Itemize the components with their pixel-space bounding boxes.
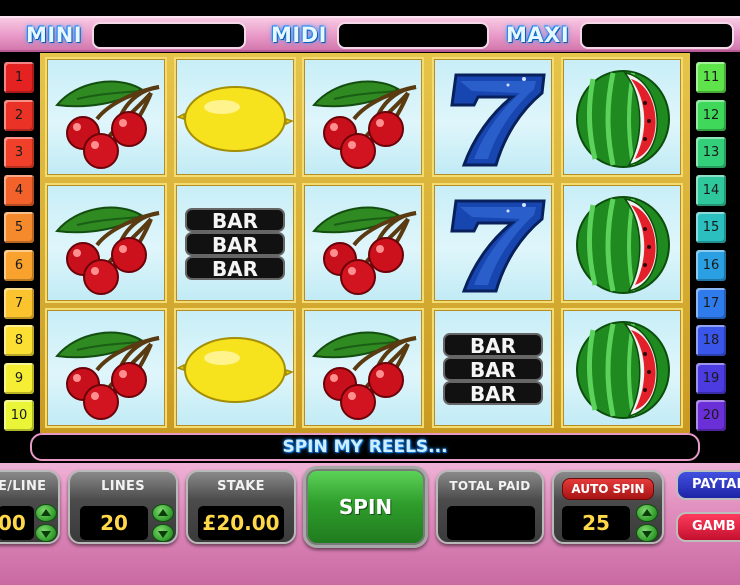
payline-7[interactable]: 7: [4, 287, 34, 319]
payline-13[interactable]: 13: [696, 137, 726, 169]
auto-spin-value: 25: [562, 506, 630, 540]
reel-grid: BAR BAR BAR BAR BAR BAR: [40, 53, 690, 433]
payline-11[interactable]: 11: [696, 62, 726, 93]
reel-5-row-3-watermelon-icon: [561, 308, 683, 428]
lines-label: LINES: [101, 479, 145, 494]
increase-icon[interactable]: [152, 504, 174, 522]
payline-14[interactable]: 14: [696, 174, 726, 206]
bar-icon: BAR BAR BAR: [185, 208, 285, 281]
reel-1-row-3-cherries-icon: [45, 308, 167, 428]
payline-17[interactable]: 17: [696, 287, 726, 319]
bar-text: BAR: [470, 382, 516, 406]
cherries-icon: [55, 206, 160, 295]
bet-per-line-control: E/LINE 00: [0, 470, 60, 544]
reel-4-row-3-bar-icon: BAR BAR BAR: [432, 308, 554, 428]
auto-spin-stepper[interactable]: [636, 504, 658, 542]
payline-10[interactable]: 10: [4, 400, 34, 432]
gamble-button[interactable]: GAMB: [676, 512, 740, 542]
cherries-icon: [55, 80, 160, 169]
watermelon-icon: [576, 70, 670, 168]
bar-text: BAR: [470, 358, 516, 382]
message-bar: SPIN MY REELS...: [30, 433, 700, 461]
lemon-icon: [176, 86, 294, 152]
slot-game: MINI MIDI MAXI 1 2 3 4 5 6 7 8 9 10 11 12 13 14 15 16 1…: [0, 0, 740, 585]
total-paid-value: [447, 506, 535, 540]
decrease-icon[interactable]: [152, 524, 174, 542]
payline-9[interactable]: 9: [4, 362, 34, 394]
bet-per-line-value: 00: [0, 506, 34, 540]
bet-per-line-stepper[interactable]: [35, 504, 57, 542]
decrease-icon[interactable]: [35, 524, 57, 542]
cherries-icon: [312, 331, 417, 420]
cherries-icon: [55, 331, 160, 420]
auto-spin-control: AUTO SPIN 25: [552, 470, 664, 544]
jackpot-mini-label: MINI: [26, 23, 83, 47]
watermelon-icon: [576, 196, 670, 294]
bar-text: BAR: [212, 257, 258, 281]
lines-control: LINES 20: [68, 470, 178, 544]
payline-16[interactable]: 16: [696, 250, 726, 281]
reel-4-row-2-seven-icon: [432, 183, 554, 303]
jackpot-midi-value: [337, 22, 489, 49]
stake-value: £20.00: [198, 506, 284, 540]
stake-label: STAKE: [217, 479, 265, 494]
payline-15[interactable]: 15: [696, 212, 726, 244]
decrease-icon[interactable]: [636, 524, 658, 542]
stake-control: STAKE £20.00: [186, 470, 296, 544]
bar-text: BAR: [212, 209, 258, 233]
payline-8[interactable]: 8: [4, 325, 34, 357]
bar-icon: BAR BAR BAR: [443, 333, 543, 406]
cherries-icon: [312, 206, 417, 295]
total-paid-label: TOTAL PAID: [449, 479, 531, 493]
total-paid-control: TOTAL PAID: [436, 470, 544, 544]
reel-5-row-1-watermelon-icon: [561, 57, 683, 177]
payline-12[interactable]: 12: [696, 99, 726, 131]
reel-1-row-2-cherries-icon: [45, 183, 167, 303]
jackpot-bar: MINI MIDI MAXI: [0, 16, 740, 52]
reel-2-row-2-bar-icon: BAR BAR BAR: [174, 183, 296, 303]
lemon-icon: [176, 337, 294, 403]
payline-1[interactable]: 1: [4, 62, 34, 93]
reel-3-row-3-cherries-icon: [302, 308, 424, 428]
seven-icon: [450, 199, 546, 293]
paytable-button[interactable]: PAYTAB: [676, 470, 740, 500]
reel-3-row-1-cherries-icon: [302, 57, 424, 177]
jackpot-midi-label: MIDI: [271, 23, 327, 47]
seven-icon: [450, 73, 546, 167]
reel-2-row-3-lemon-icon: [174, 308, 296, 428]
increase-icon[interactable]: [35, 504, 57, 522]
reel-1-row-1-cherries-icon: [45, 57, 167, 177]
watermelon-icon: [576, 321, 670, 419]
payline-4[interactable]: 4: [4, 174, 34, 206]
lines-value: 20: [80, 506, 148, 540]
payline-5[interactable]: 5: [4, 212, 34, 244]
payline-3[interactable]: 3: [4, 137, 34, 169]
jackpot-maxi-value: [580, 22, 734, 49]
jackpot-maxi-label: MAXI: [506, 23, 570, 47]
payline-20[interactable]: 20: [696, 400, 726, 432]
lines-stepper[interactable]: [152, 504, 174, 542]
increase-icon[interactable]: [636, 504, 658, 522]
cherries-icon: [312, 80, 417, 169]
reel-3-row-2-cherries-icon: [302, 183, 424, 303]
spin-button[interactable]: SPIN: [303, 466, 428, 548]
reel-4-row-1-seven-icon: [432, 57, 554, 177]
reel-2-row-1-lemon-icon: [174, 57, 296, 177]
auto-spin-button[interactable]: AUTO SPIN: [562, 478, 654, 500]
payline-6[interactable]: 6: [4, 250, 34, 281]
bet-per-line-label: E/LINE: [0, 479, 47, 494]
payline-19[interactable]: 19: [696, 362, 726, 394]
jackpot-mini-value: [92, 22, 246, 49]
bar-text: BAR: [470, 334, 516, 358]
bar-text: BAR: [212, 233, 258, 257]
reel-5-row-2-watermelon-icon: [561, 183, 683, 303]
payline-18[interactable]: 18: [696, 325, 726, 357]
payline-2[interactable]: 2: [4, 99, 34, 131]
